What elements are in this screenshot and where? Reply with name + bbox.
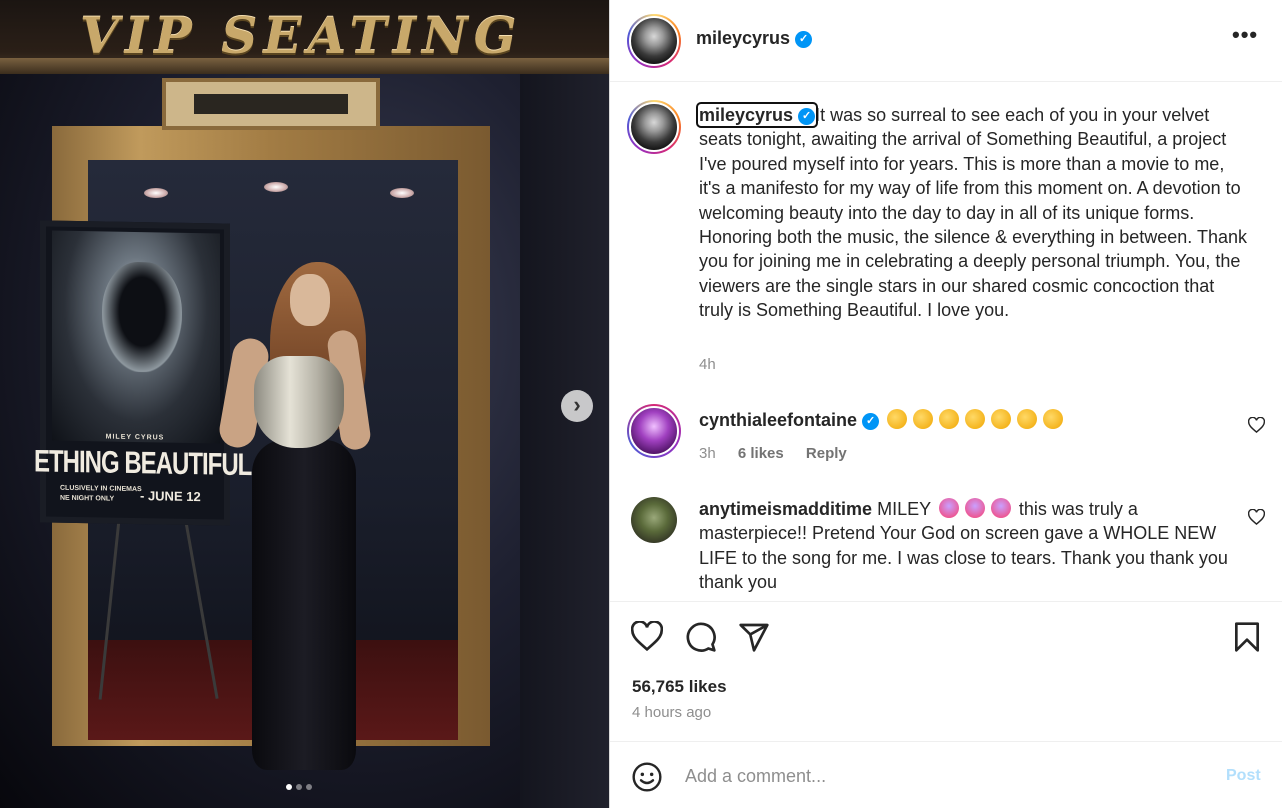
divider [610, 601, 1282, 602]
caption-time[interactable]: 4h [699, 356, 716, 373]
post-timestamp[interactable]: 4 hours ago [632, 704, 711, 721]
comment-username[interactable]: cynthialeefontaine [699, 410, 857, 430]
comment: cynthialeefontaine ✓ [699, 409, 1066, 431]
person-corset [254, 356, 344, 448]
chevron-right-icon[interactable]: › [561, 390, 593, 422]
verified-badge-icon: ✓ [798, 107, 816, 125]
loudly-crying-face-emoji [936, 498, 1014, 519]
bookmark-icon[interactable] [1233, 621, 1261, 658]
caption-text: It was so surreal to see each of you in … [699, 105, 1247, 321]
post-caption: mileycyrus ✓ It was so surreal to see eac… [695, 102, 1247, 323]
poster-line1: CLUSIVELY IN CINEMAS [60, 484, 142, 494]
comment-icon[interactable] [685, 621, 717, 658]
send-icon[interactable] [738, 621, 770, 658]
comment-input[interactable]: Add a comment... [685, 766, 826, 787]
comment-likes[interactable]: 6 likes [738, 445, 784, 462]
caption-username[interactable]: mileycyrus ✓ [695, 102, 819, 128]
more-horizontal-icon[interactable]: ••• [1232, 22, 1258, 48]
poster-line2: NE NIGHT ONLY [60, 494, 115, 503]
caption-avatar[interactable] [627, 100, 681, 154]
comment-time[interactable]: 3h [699, 445, 716, 462]
clapping-hands-emoji [884, 409, 1066, 430]
heart-icon[interactable] [630, 620, 664, 656]
commenter-avatar[interactable] [627, 404, 681, 458]
person-face [290, 274, 330, 326]
author-avatar[interactable] [627, 14, 681, 68]
reply-button[interactable]: Reply [806, 445, 847, 462]
ceiling-light [264, 182, 288, 192]
comment-meta: 3h 6 likes Reply [699, 445, 865, 462]
poster-date: - JUNE 12 [140, 488, 201, 505]
ceiling-light [144, 188, 168, 198]
carousel-dot[interactable] [296, 784, 302, 790]
divider [610, 81, 1282, 82]
post-button[interactable]: Post [1226, 767, 1261, 785]
smiley-icon[interactable] [631, 761, 663, 798]
post-photo[interactable]: VIP SEATING MILEY CYRUS ETHING BEAUTIFUL… [0, 0, 609, 808]
comment-username[interactable]: anytimeismadditime [699, 499, 872, 519]
carousel-dot[interactable] [286, 784, 292, 790]
header-username[interactable]: mileycyrus ✓ [696, 28, 813, 49]
carousel-dot[interactable] [306, 784, 312, 790]
verified-badge-icon: ✓ [862, 412, 880, 430]
divider [610, 741, 1282, 742]
comment-text-start: MILEY [877, 499, 931, 519]
comment: anytimeismadditime MILEY this was truly … [699, 497, 1239, 595]
sign-ledge [0, 58, 609, 74]
commenter-avatar[interactable] [631, 497, 677, 543]
poster-artwork [52, 230, 220, 444]
person-skirt [252, 440, 356, 770]
door-plaque [162, 78, 380, 130]
wall-pillar [520, 74, 609, 808]
vip-sign-text: VIP SEATING [80, 6, 523, 65]
movie-poster: MILEY CYRUS ETHING BEAUTIFUL CLUSIVELY I… [34, 220, 251, 526]
carousel-dots [286, 784, 312, 790]
comment-like-heart-icon[interactable] [1247, 416, 1266, 438]
comment-like-heart-icon[interactable] [1247, 508, 1266, 530]
ceiling-light [390, 188, 414, 198]
header-username-text[interactable]: mileycyrus [696, 28, 790, 48]
verified-badge-icon: ✓ [795, 30, 813, 48]
likes-count[interactable]: 56,765 likes [632, 677, 727, 697]
poster-title: ETHING BEAUTIFUL [34, 444, 252, 483]
